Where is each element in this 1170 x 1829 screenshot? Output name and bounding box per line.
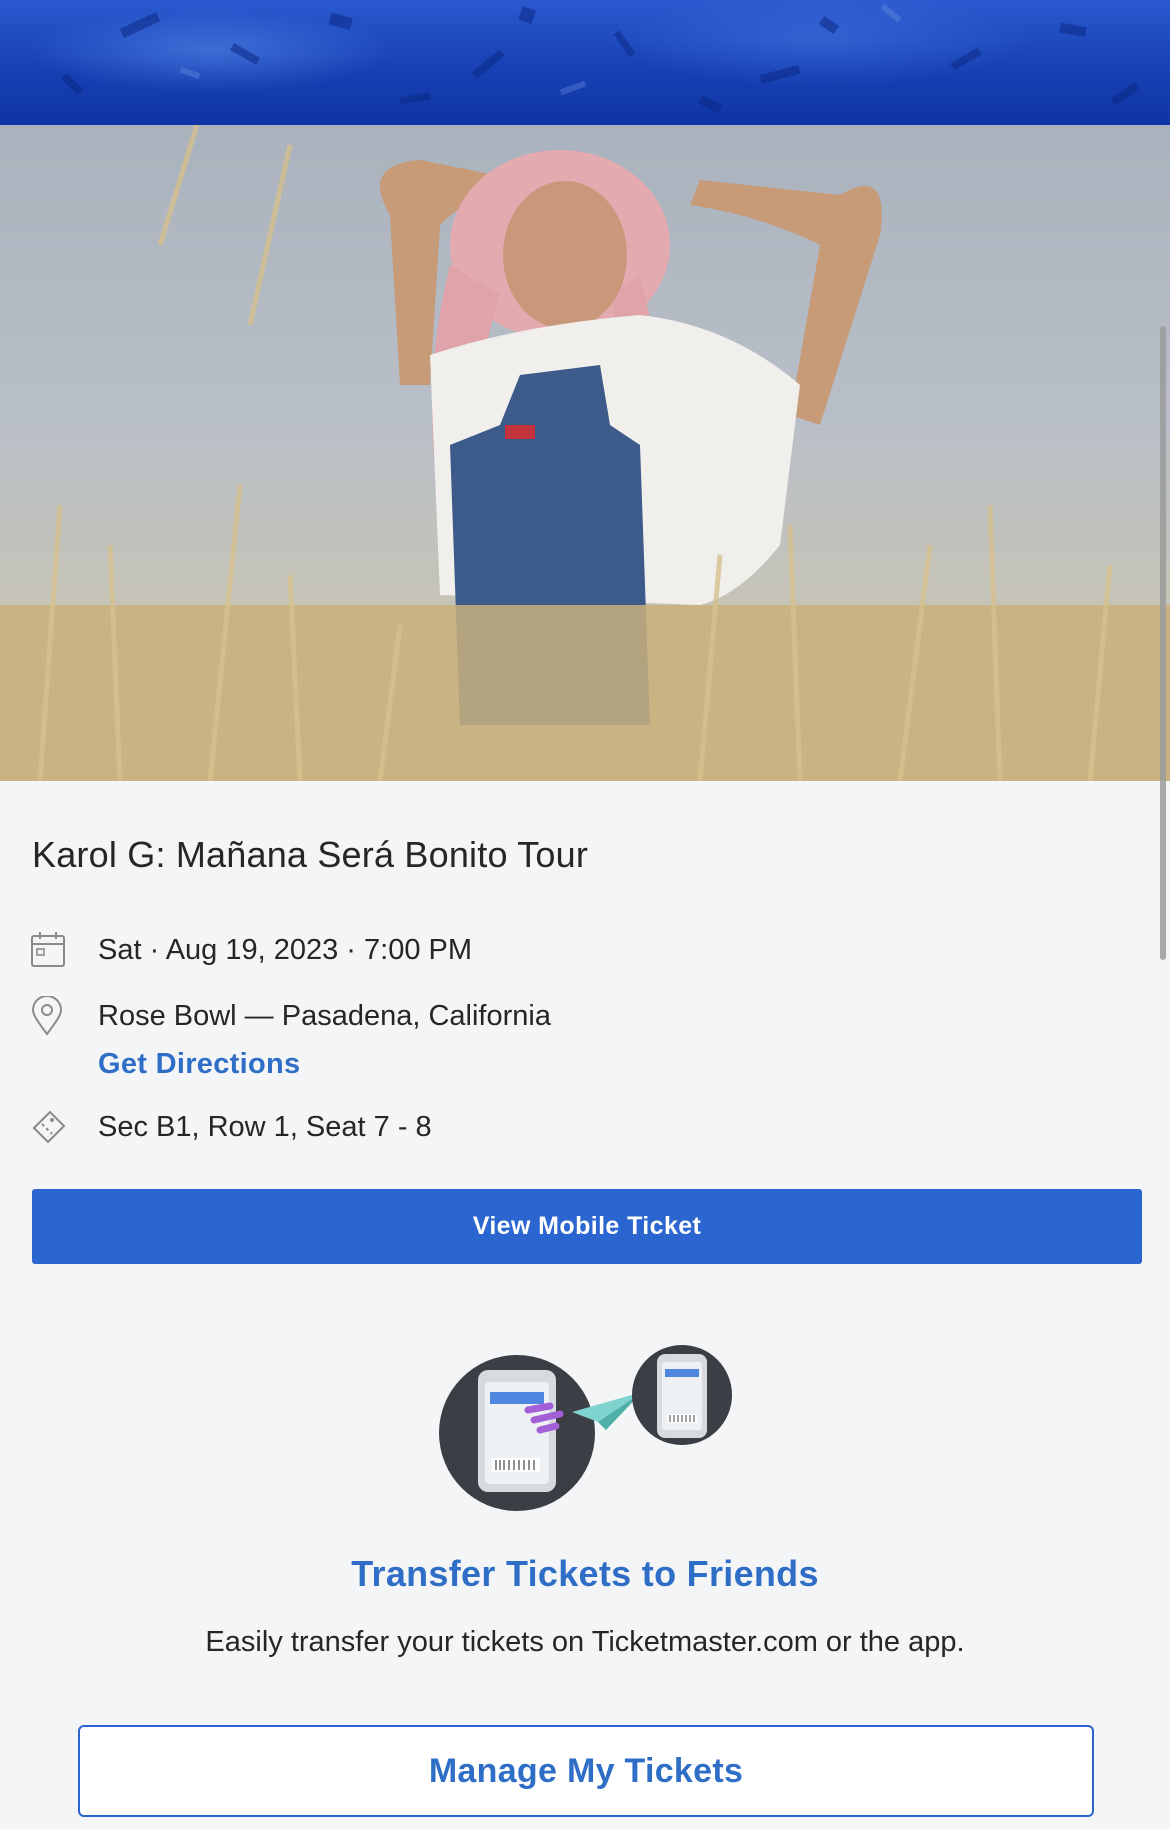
calendar-icon [30,930,66,973]
event-datetime: Sat · Aug 19, 2023 · 7:00 PM [98,934,473,966]
scrollbar[interactable] [1160,326,1166,960]
manage-my-tickets-button[interactable]: Manage My Tickets [78,1725,1094,1817]
transfer-subtitle: Easily transfer your tickets on Ticketma… [205,1626,965,1658]
event-hero-image [0,125,1170,781]
transfer-title: Transfer Tickets to Friends [351,1553,819,1594]
location-pin-icon [30,995,64,1041]
confetti-pattern-icon [60,3,1140,114]
ticket-icon [30,1108,68,1149]
header-banner [0,0,1170,125]
transfer-illustration [430,1340,740,1520]
phone-transfer-icon [439,1345,732,1511]
event-title: Karol G: Mañana Será Bonito Tour [32,834,589,875]
event-seats: Sec B1, Row 1, Seat 7 - 8 [98,1111,432,1143]
artist-photo-icon [0,125,1170,781]
view-mobile-ticket-button[interactable]: View Mobile Ticket [32,1189,1142,1264]
get-directions-link[interactable]: Get Directions [98,1048,300,1081]
event-venue: Rose Bowl — Pasadena, California [98,1000,551,1032]
